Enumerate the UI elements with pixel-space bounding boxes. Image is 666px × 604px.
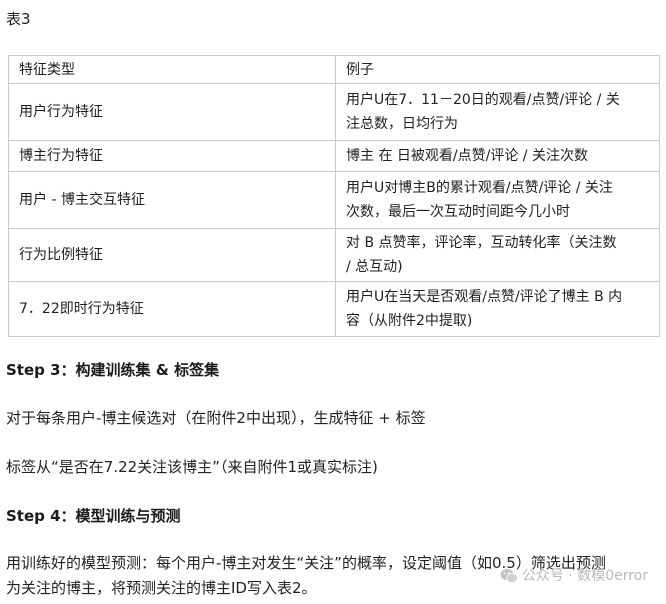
- example-cell: 对 B 点赞率，评论率，互动转化率（关注数 / 总互动): [335, 228, 660, 282]
- feature-type-cell: 用户行为特征: [8, 83, 336, 141]
- feature-type-cell: 行为比例特征: [8, 228, 336, 282]
- watermark: 公众号 · 数模0error: [500, 566, 648, 586]
- example-cell: 用户U在当天是否观看/点赞/评论了博主 B 内 容（从附件2中提取): [335, 281, 660, 337]
- step4-heading: Step 4：模型训练与预测: [6, 507, 181, 525]
- example-line: 用户U在当天是否观看/点赞/评论了博主 B 内: [346, 289, 623, 305]
- feature-table: 特征类型 例子 用户行为特征 用户U在7．11－20日的观看/点赞/评论 / 关…: [8, 55, 660, 337]
- table-row: 博主行为特征 博主 在 日被观看/点赞/评论 / 关注次数: [8, 140, 660, 172]
- table-row: 用户行为特征 用户U在7．11－20日的观看/点赞/评论 / 关 注总数，日均行…: [8, 83, 660, 141]
- example-cell: 博主 在 日被观看/点赞/评论 / 关注次数: [335, 140, 660, 172]
- watermark-text: 公众号 · 数模0error: [521, 568, 648, 584]
- table-row: 用户 - 博主交互特征 用户U对博主B的累计观看/点赞/评论 / 关注 次数，最…: [8, 171, 660, 229]
- step3-paragraph-2: 标签从“是否在7.22关注该博主”（来自附件1或真实标注): [6, 458, 378, 476]
- table-header-row: 特征类型 例子: [8, 55, 660, 84]
- example-line: 用户U在7．11－20日的观看/点赞/评论 / 关: [346, 92, 620, 108]
- example-cell: 用户U在7．11－20日的观看/点赞/评论 / 关 注总数，日均行为: [335, 83, 660, 141]
- example-cell: 用户U对博主B的累计观看/点赞/评论 / 关注 次数，最后一次互动时间距今几小时: [335, 171, 660, 229]
- header-feature-type: 特征类型: [8, 55, 336, 84]
- wechat-icon: [500, 568, 518, 584]
- feature-type-cell: 7．22即时行为特征: [8, 281, 336, 337]
- step3-heading: Step 3：构建训练集 & 标签集: [6, 361, 220, 379]
- example-line: 用户U对博主B的累计观看/点赞/评论 / 关注: [346, 180, 613, 196]
- feature-type-cell: 用户 - 博主交互特征: [8, 171, 336, 229]
- example-line: 次数，最后一次互动时间距今几小时: [346, 204, 570, 220]
- example-line: 对 B 点赞率，评论率，互动转化率（关注数: [346, 235, 617, 251]
- feature-type-cell: 博主行为特征: [8, 140, 336, 172]
- example-line: 博主 在 日被观看/点赞/评论 / 关注次数: [346, 148, 588, 164]
- example-line: / 总互动): [346, 259, 403, 275]
- example-line: 注总数，日均行为: [346, 116, 458, 132]
- header-example: 例子: [335, 55, 660, 84]
- table-caption: 表3: [6, 10, 31, 28]
- step3-paragraph-1: 对于每条用户-博主候选对（在附件2中出现），生成特征 + 标签: [6, 409, 426, 427]
- example-line: 容（从附件2中提取): [346, 313, 473, 329]
- table-row: 行为比例特征 对 B 点赞率，评论率，互动转化率（关注数 / 总互动): [8, 228, 660, 282]
- table-row: 7．22即时行为特征 用户U在当天是否观看/点赞/评论了博主 B 内 容（从附件…: [8, 281, 660, 337]
- step4-paragraph-line-2: 为关注的博主，将预测关注的博主ID写入表2。: [6, 579, 317, 597]
